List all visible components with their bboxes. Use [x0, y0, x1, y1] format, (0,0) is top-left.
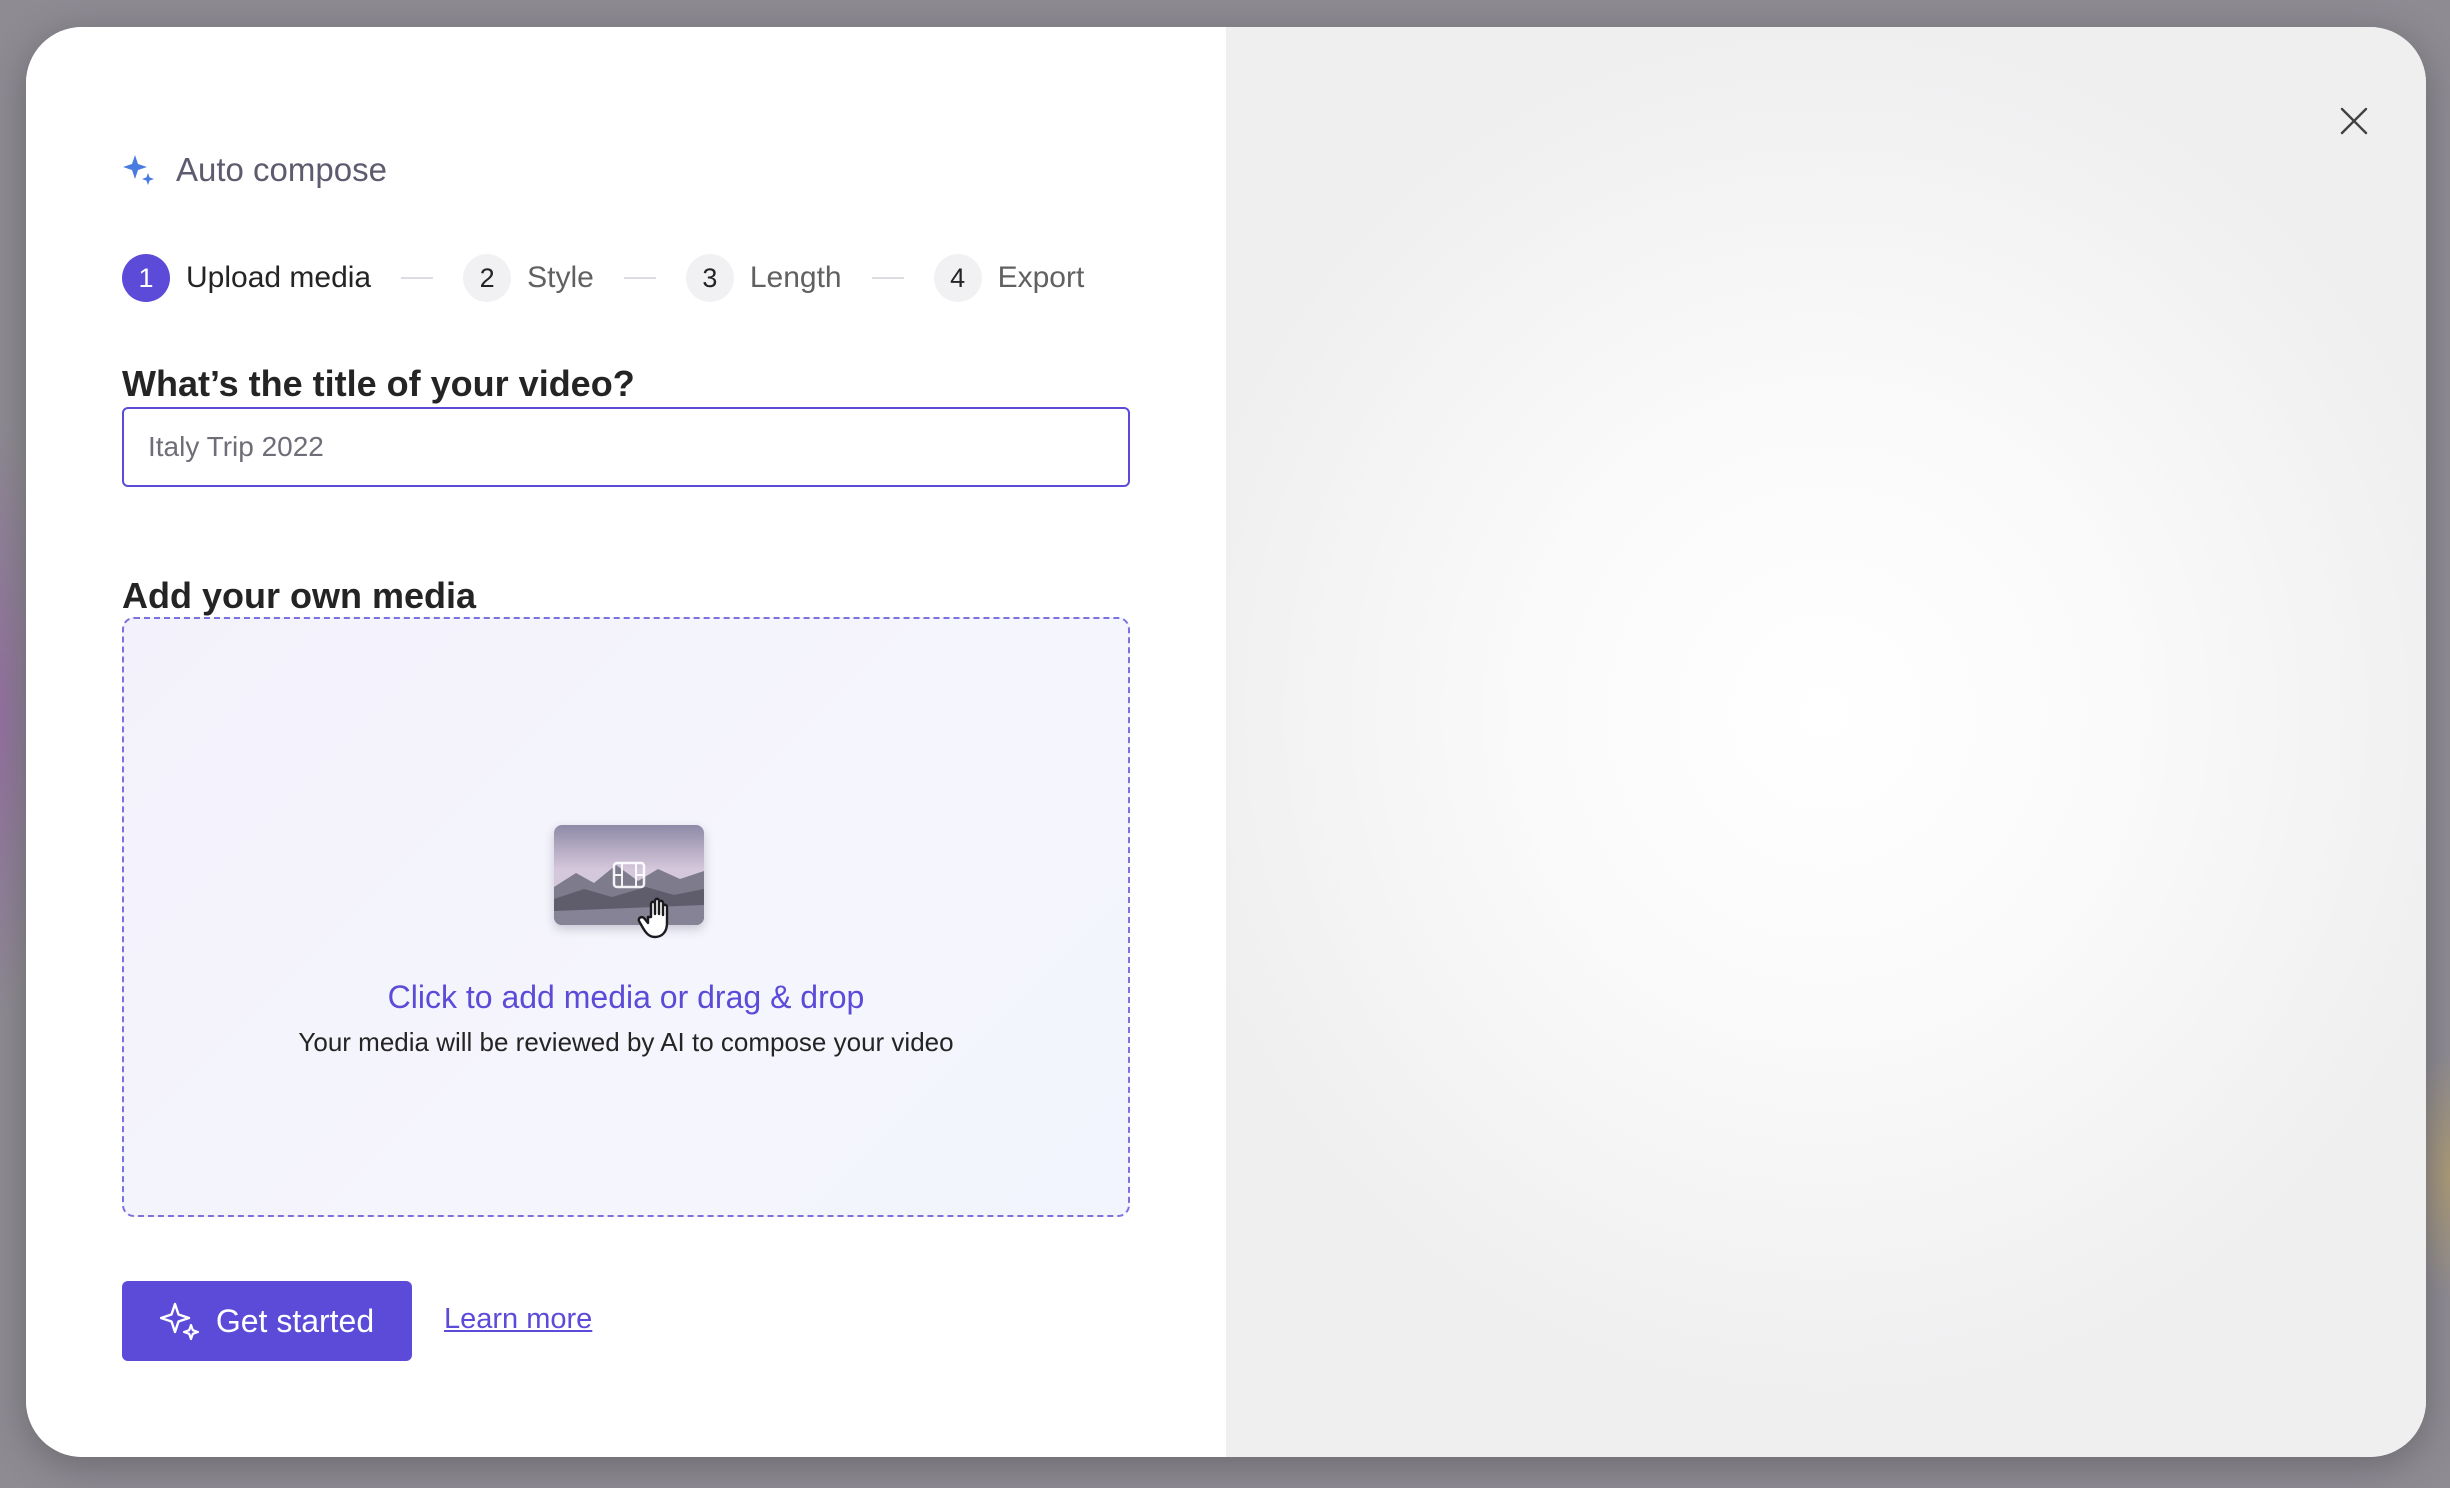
learn-more-link[interactable]: Learn more	[444, 1303, 592, 1336]
step-number: 1	[122, 254, 170, 302]
step-number: 2	[463, 254, 512, 302]
form-pane: Auto compose 1 Upload media 2 Style 3 Le…	[26, 27, 1226, 1457]
step-export[interactable]: 4 Export	[933, 254, 1085, 302]
step-upload-media[interactable]: 1 Upload media	[122, 254, 371, 302]
get-started-label: Get started	[215, 1302, 375, 1339]
title-question-heading: What’s the title of your video?	[122, 363, 635, 404]
sparkle-icon	[122, 153, 156, 187]
close-button[interactable]	[2322, 89, 2386, 153]
preview-pane	[1226, 27, 2426, 1457]
step-label: Export	[997, 261, 1085, 294]
film-icon	[612, 861, 646, 889]
dropzone-primary-text[interactable]: Click to add media or drag & drop	[124, 979, 1128, 1016]
media-dropzone[interactable]: Click to add media or drag & drop Your m…	[122, 617, 1130, 1217]
step-length[interactable]: 3 Length	[685, 254, 842, 302]
close-icon	[2339, 106, 2369, 136]
step-style[interactable]: 2 Style	[463, 254, 594, 302]
step-label: Upload media	[186, 261, 372, 294]
get-started-button[interactable]: Get started	[122, 1281, 412, 1361]
step-label: Style	[527, 261, 594, 294]
auto-compose-dialog: Auto compose 1 Upload media 2 Style 3 Le…	[26, 27, 2426, 1457]
add-media-heading: Add your own media	[122, 575, 477, 616]
hand-cursor-icon	[636, 895, 682, 941]
video-title-input[interactable]	[122, 407, 1130, 487]
step-label: Length	[749, 261, 842, 294]
sparkle-icon	[159, 1301, 200, 1341]
step-divider	[401, 277, 434, 279]
step-divider	[623, 277, 656, 279]
dialog-header: Auto compose	[122, 145, 387, 195]
stepper: 1 Upload media 2 Style 3 Length 4 Export	[122, 252, 1084, 304]
dropzone-secondary-text: Your media will be reviewed by AI to com…	[298, 1027, 954, 1057]
step-divider	[871, 277, 904, 279]
dialog-title: Auto compose	[176, 151, 387, 188]
step-number: 4	[933, 254, 982, 302]
step-number: 3	[685, 254, 734, 302]
